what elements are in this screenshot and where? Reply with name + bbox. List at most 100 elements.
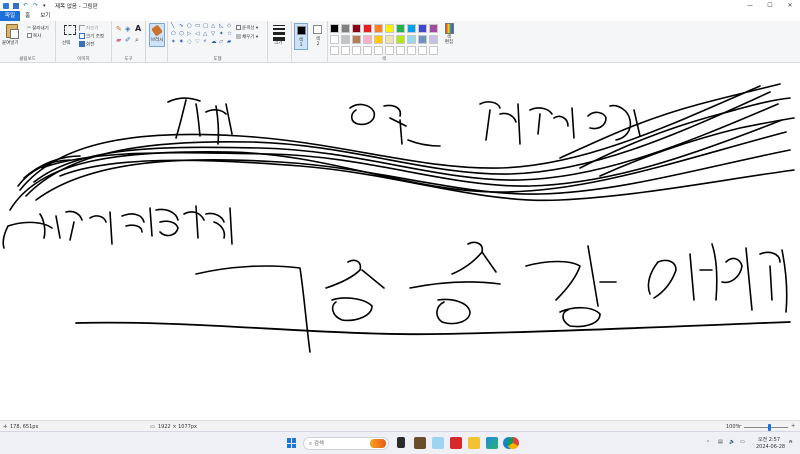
chrome-app-icon[interactable] — [507, 437, 519, 449]
shape-right-arrow[interactable]: ▷ — [187, 31, 191, 37]
palette-swatch[interactable] — [374, 35, 383, 44]
resize-button[interactable]: 크기 조정 — [79, 33, 104, 40]
palette-swatch[interactable] — [330, 35, 339, 44]
shape-left-arrow[interactable]: ◁ — [195, 31, 199, 37]
palette-swatch[interactable] — [418, 35, 427, 44]
magnifier-icon[interactable]: ⌕ — [135, 36, 139, 45]
undo-icon[interactable]: ↶ — [23, 2, 29, 9]
shape-oval-callout[interactable]: ▰ — [227, 39, 231, 45]
edit-colors-button[interactable]: 색 편집 — [442, 23, 456, 51]
palette-swatch[interactable] — [374, 46, 383, 55]
palette-swatch[interactable] — [385, 46, 394, 55]
paint-app-icon[interactable] — [432, 437, 444, 449]
save-icon[interactable] — [13, 2, 19, 9]
palette-swatch[interactable] — [429, 46, 438, 55]
tray-chevron-icon[interactable]: ⌃ — [706, 440, 710, 446]
zoom-out-button[interactable]: − — [738, 423, 742, 429]
palette-swatch[interactable] — [396, 35, 405, 44]
notification-bell-icon[interactable]: ⍾ — [789, 439, 792, 445]
tab-file[interactable]: 파일 — [0, 11, 21, 21]
pencil-icon[interactable]: ✎ — [116, 25, 122, 33]
palette-swatch[interactable] — [330, 46, 339, 55]
shape-lightning[interactable]: ⚡ — [203, 39, 207, 45]
network-icon[interactable]: ▤ — [718, 439, 723, 445]
close-button[interactable]: ✕ — [780, 0, 800, 11]
copy-button[interactable]: 복사 — [27, 33, 41, 39]
zoom-slider-track[interactable] — [744, 427, 788, 428]
palette-swatch[interactable] — [418, 46, 427, 55]
customize-toolbar-icon[interactable]: ▾ — [43, 3, 49, 9]
fill-dropdown[interactable]: 채우기 ▾ — [236, 34, 258, 40]
palette-swatch[interactable] — [407, 24, 416, 33]
minecraft-app-icon[interactable] — [414, 437, 426, 449]
volume-icon[interactable]: 🔈 — [729, 439, 735, 445]
palette-swatch[interactable] — [385, 35, 394, 44]
palette-swatch[interactable] — [352, 46, 361, 55]
palette-swatch[interactable] — [363, 24, 372, 33]
color-picker-icon[interactable]: ✐ — [125, 36, 131, 44]
shape-triangle[interactable]: △ — [211, 23, 215, 29]
shape-hexagon[interactable]: ⬡ — [179, 31, 184, 37]
outline-dropdown[interactable]: 윤곽선 ▾ — [236, 25, 258, 31]
minimize-button[interactable]: — — [740, 0, 760, 11]
shape-oval[interactable]: ○ — [187, 23, 192, 29]
palette-swatch[interactable] — [374, 24, 383, 33]
select-button[interactable]: 선택 — [62, 40, 70, 46]
shape-cloud[interactable]: ☁ — [211, 39, 217, 45]
crop-button[interactable]: 자르기 — [79, 25, 98, 32]
clock-time[interactable]: 오전 2:57 — [758, 436, 780, 443]
shape-rectangle[interactable]: ▭ — [195, 23, 200, 29]
palette-swatch[interactable] — [341, 24, 350, 33]
color1-button[interactable]: 색 1 — [294, 23, 308, 50]
rotate-button[interactable]: 회전 — [79, 41, 94, 48]
shape-diamond[interactable]: ◇ — [227, 23, 231, 29]
shape-curve[interactable]: ∿ — [179, 23, 184, 29]
maximize-button[interactable]: ☐ — [760, 0, 780, 11]
shape-six-point-star[interactable]: ✶ — [171, 39, 176, 45]
text-icon[interactable]: A — [135, 24, 141, 33]
palette-swatch[interactable] — [396, 46, 405, 55]
shape-line[interactable]: ╲ — [171, 23, 174, 29]
palette-swatch[interactable] — [352, 24, 361, 33]
shape-up-arrow[interactable]: △ — [203, 31, 207, 37]
shape-down-arrow[interactable]: ▽ — [211, 31, 215, 37]
palette-swatch[interactable] — [385, 24, 394, 33]
tab-view[interactable]: 보기 — [35, 11, 55, 21]
palette-swatch[interactable] — [407, 46, 416, 55]
shape-right-triangle[interactable]: ◺ — [219, 23, 223, 29]
palette-swatch[interactable] — [407, 35, 416, 44]
palette-swatch[interactable] — [352, 35, 361, 44]
palette-swatch[interactable] — [418, 24, 427, 33]
paste-icon[interactable] — [6, 24, 19, 39]
zoom-in-button[interactable]: + — [791, 423, 795, 429]
file-explorer-icon[interactable] — [468, 437, 480, 449]
shape-four-point-star[interactable]: ✦ — [219, 31, 224, 37]
redo-icon[interactable]: ↷ — [33, 2, 39, 9]
clock-date[interactable]: 2024-06-28 — [756, 444, 785, 450]
shape-round-callout[interactable]: ◌ — [187, 39, 192, 45]
palette-swatch[interactable] — [396, 24, 405, 33]
shape-eight-point-star[interactable]: ✷ — [179, 39, 184, 45]
fill-icon[interactable]: ◈ — [125, 25, 130, 33]
palette-swatch[interactable] — [429, 35, 438, 44]
palette-swatch[interactable] — [341, 35, 350, 44]
battery-icon[interactable]: ▭ — [740, 439, 745, 445]
palette-swatch[interactable] — [341, 46, 350, 55]
tab-home[interactable]: 홈 — [20, 11, 35, 21]
palette-swatch[interactable] — [363, 46, 372, 55]
select-icon[interactable] — [64, 25, 76, 35]
palette-swatch[interactable] — [363, 35, 372, 44]
shape-pentagon[interactable]: ⬠ — [171, 31, 176, 37]
size-button[interactable]: 크기 — [274, 40, 282, 46]
eraser-icon[interactable]: ▰ — [116, 36, 121, 44]
taskbar-search[interactable]: ⌕ 검색 — [303, 437, 389, 450]
task-view-icon[interactable] — [397, 437, 405, 448]
zoom-slider-thumb[interactable] — [768, 424, 771, 431]
shape-rectangular-callout[interactable]: ▱ — [219, 39, 223, 45]
cut-button[interactable]: ✂잘라내기 — [27, 25, 49, 32]
photos-app-icon[interactable] — [486, 437, 498, 449]
palette-swatch[interactable] — [429, 24, 438, 33]
brushes-button[interactable]: 브러시 — [149, 23, 165, 47]
shape-five-point-star[interactable]: ☆ — [227, 31, 232, 37]
shape-heart[interactable]: ♡ — [195, 39, 200, 45]
